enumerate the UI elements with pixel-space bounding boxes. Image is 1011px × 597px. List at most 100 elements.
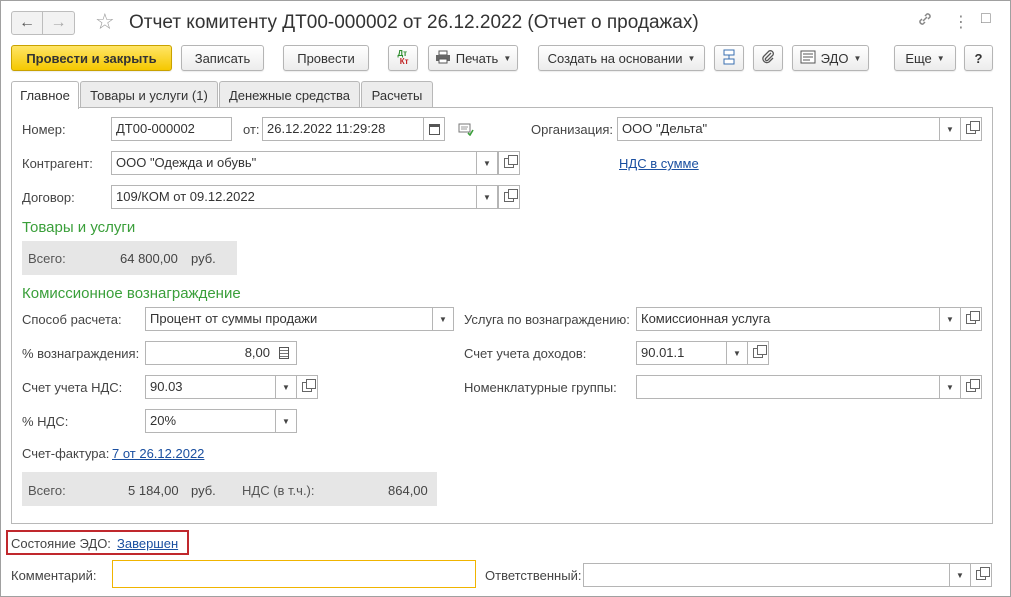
- vat-account-field[interactable]: 90.03: [145, 375, 276, 399]
- comment-edit-icon[interactable]: [458, 122, 474, 139]
- method-field[interactable]: Процент от суммы продажи: [145, 307, 433, 331]
- star-icon[interactable]: ☆: [95, 9, 115, 35]
- tab-settlements[interactable]: Расчеты: [361, 81, 433, 108]
- arrow-left-icon: ←: [19, 14, 35, 31]
- create-based-label: Создать на основании: [547, 50, 683, 66]
- chevron-down-icon: ▼: [853, 53, 862, 63]
- goods-total-value: 64 800,00: [120, 251, 178, 266]
- goods-currency: руб.: [191, 251, 216, 266]
- forward-button[interactable]: →: [43, 11, 75, 35]
- paperclip-icon: [761, 49, 775, 68]
- nomenclature-field[interactable]: [636, 375, 940, 399]
- income-account-dropdown[interactable]: ▼: [726, 341, 748, 365]
- document-window: ← → ☆ Отчет комитенту ДТ00-000002 от 26.…: [0, 0, 1011, 597]
- income-account-label: Счет учета доходов:: [464, 346, 587, 361]
- chevron-down-icon: ▼: [503, 53, 512, 63]
- vat-account-dropdown[interactable]: ▼: [275, 375, 297, 399]
- contract-dropdown[interactable]: ▼: [476, 185, 498, 209]
- attachments-button[interactable]: [753, 45, 783, 71]
- method-label: Способ расчета:: [22, 312, 122, 327]
- open-icon: [966, 379, 980, 392]
- income-account-field[interactable]: 90.01.1: [636, 341, 727, 365]
- post-and-close-button[interactable]: Провести и закрыть: [11, 45, 172, 71]
- tab-goods-services[interactable]: Товары и услуги (1): [80, 81, 218, 108]
- responsible-dropdown[interactable]: ▼: [949, 563, 971, 587]
- print-button[interactable]: Печать ▼: [428, 45, 518, 71]
- vat-rate-field[interactable]: 20%: [145, 409, 276, 433]
- tab-main[interactable]: Главное: [11, 81, 79, 109]
- chevron-down-icon: ▼: [282, 382, 290, 392]
- comment-label: Комментарий:: [11, 568, 97, 583]
- chevron-down-icon: ▼: [483, 158, 491, 168]
- counterparty-label: Контрагент:: [22, 156, 93, 171]
- nomenclature-open-button[interactable]: [960, 375, 982, 399]
- commission-currency: руб.: [191, 483, 216, 498]
- vat-rate-label: % НДС:: [22, 414, 69, 429]
- chevron-down-icon: ▼: [733, 348, 741, 358]
- income-account-open-button[interactable]: [747, 341, 769, 365]
- service-label: Услуга по вознаграждению:: [464, 312, 630, 327]
- link-icon[interactable]: [917, 11, 933, 32]
- responsible-label: Ответственный:: [485, 568, 582, 583]
- help-button[interactable]: ?: [964, 45, 993, 71]
- date-label: от:: [243, 122, 260, 137]
- vat-incl-label: НДС (в т.ч.):: [242, 483, 315, 498]
- tab-money[interactable]: Денежные средства: [219, 81, 360, 108]
- counterparty-field[interactable]: ООО "Одежда и обувь": [111, 151, 477, 175]
- organization-dropdown[interactable]: ▼: [939, 117, 961, 141]
- printer-icon: [435, 50, 451, 67]
- invoice-link[interactable]: 7 от 26.12.2022: [112, 446, 204, 461]
- counterparty-dropdown[interactable]: ▼: [476, 151, 498, 175]
- calendar-button[interactable]: [423, 117, 445, 141]
- print-label: Печать: [455, 50, 499, 66]
- post-button[interactable]: Провести: [283, 45, 369, 71]
- chevron-down-icon: ▼: [946, 382, 954, 392]
- back-button[interactable]: ←: [11, 11, 43, 35]
- vat-account-open-button[interactable]: [296, 375, 318, 399]
- comment-field[interactable]: [112, 560, 476, 588]
- commission-total-box: [22, 472, 437, 506]
- contract-open-button[interactable]: [498, 185, 520, 209]
- organization-field[interactable]: ООО "Дельта": [617, 117, 940, 141]
- structure-button[interactable]: [714, 45, 744, 71]
- maximize-icon[interactable]: □: [981, 10, 991, 28]
- method-dropdown[interactable]: ▼: [432, 307, 454, 331]
- chevron-down-icon: ▼: [282, 416, 290, 426]
- organization-open-button[interactable]: [960, 117, 982, 141]
- number-field[interactable]: ДТ00-000002: [111, 117, 232, 141]
- structure-icon: [721, 49, 737, 68]
- create-based-on-button[interactable]: Создать на основании ▼: [538, 45, 705, 71]
- open-icon: [504, 155, 518, 168]
- percent-label: % вознаграждения:: [22, 346, 140, 361]
- contract-field[interactable]: 109/КОМ от 09.12.2022: [111, 185, 477, 209]
- percent-field[interactable]: 8,00: [145, 341, 297, 365]
- service-open-button[interactable]: [960, 307, 982, 331]
- edo-icon: [800, 50, 816, 67]
- dt-kt-icon: Дт Кт: [397, 49, 409, 66]
- service-field[interactable]: Комиссионная услуга: [636, 307, 940, 331]
- dt-kt-button[interactable]: Дт Кт: [388, 45, 418, 71]
- nomenclature-label: Номенклатурные группы:: [464, 380, 617, 395]
- responsible-open-button[interactable]: [970, 563, 992, 587]
- counterparty-open-button[interactable]: [498, 151, 520, 175]
- number-label: Номер:: [22, 122, 66, 137]
- service-dropdown[interactable]: ▼: [939, 307, 961, 331]
- calculator-icon[interactable]: [279, 347, 289, 359]
- more-button[interactable]: Еще ▼: [894, 45, 956, 71]
- open-icon: [976, 567, 990, 580]
- edo-state-link[interactable]: Завершен: [117, 536, 178, 551]
- responsible-field[interactable]: [583, 563, 950, 587]
- more-label: Еще: [905, 50, 932, 66]
- nomenclature-dropdown[interactable]: ▼: [939, 375, 961, 399]
- window-title: Отчет комитенту ДТ00-000002 от 26.12.202…: [129, 12, 699, 33]
- vat-rate-dropdown[interactable]: ▼: [275, 409, 297, 433]
- open-icon: [504, 189, 518, 202]
- invoice-label: Счет-фактура:: [22, 446, 110, 461]
- date-field[interactable]: 26.12.2022 11:29:28: [262, 117, 424, 141]
- save-button[interactable]: Записать: [181, 45, 264, 71]
- goods-section-title: Товары и услуги: [22, 219, 136, 236]
- edo-state-label: Состояние ЭДО:: [11, 536, 111, 551]
- edo-button[interactable]: ЭДО ▼: [792, 45, 869, 71]
- vat-in-amount-link[interactable]: НДС в сумме: [619, 156, 699, 171]
- more-vertical-icon[interactable]: ⋮: [953, 12, 969, 32]
